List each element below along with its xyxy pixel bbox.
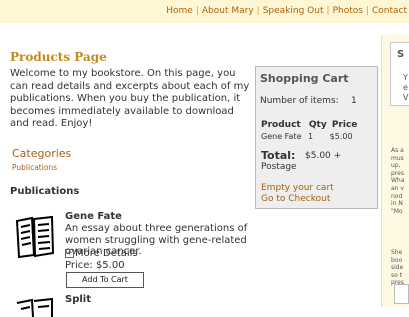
sidebar-box-line: e: [403, 83, 408, 92]
shopping-cart-panel: Shopping Cart Number of items: 1 Product…: [255, 66, 378, 209]
nav-home[interactable]: Home: [166, 6, 193, 16]
sidebar-text-line: in N: [391, 200, 403, 208]
sidebar-text-line: so t: [391, 271, 403, 279]
sidebar-text-block: She boo side so t pres: [391, 249, 409, 287]
nav-separator: |: [256, 6, 260, 16]
cart-row-price: $5.00: [329, 132, 353, 141]
nav-speaking-out[interactable]: Speaking Out: [263, 6, 324, 16]
book-icon[interactable]: [14, 297, 56, 317]
plus-icon: +: [65, 249, 74, 258]
cart-postage: Postage: [261, 162, 297, 172]
cart-item-count: Number of items: 1: [260, 96, 357, 106]
category-link-publications[interactable]: Publications: [12, 163, 57, 172]
book-icon[interactable]: [14, 215, 56, 259]
empty-cart-link[interactable]: Empty your cart: [261, 183, 334, 193]
main-nav: Home | About Mary | Speaking Out | Photos | Cont…: [166, 6, 407, 16]
sidebar-box-line: Y: [403, 73, 408, 82]
header-stripe: [0, 23, 409, 35]
categories-heading: Categories: [12, 147, 72, 160]
cart-heading: Shopping Cart: [260, 72, 349, 85]
sidebar-text-line: boo: [391, 256, 403, 264]
checkout-link[interactable]: Go to Checkout: [261, 194, 330, 204]
top-nav-bar: Home | About Mary | Speaking Out | Photos | Cont…: [0, 0, 409, 24]
add-to-cart-button[interactable]: Add To Cart: [66, 272, 144, 288]
sidebar-text-line: nod: [391, 192, 403, 200]
product-title: Split: [65, 294, 91, 305]
cart-col-product: Product: [261, 120, 301, 130]
product-title: Gene Fate: [65, 211, 122, 222]
sidebar-text-line: Wha: [391, 177, 405, 185]
sidebar-text-line: up,: [391, 162, 401, 170]
publications-heading: Publications: [10, 186, 80, 197]
cart-row-name: Gene Fate: [261, 132, 302, 141]
nav-separator: |: [365, 6, 369, 16]
sidebar-box-title: S: [397, 49, 405, 60]
sidebar-text-line: mus: [391, 154, 404, 162]
sidebar-text-line: "Mo: [391, 207, 403, 215]
nav-contact[interactable]: Contact: [372, 6, 407, 16]
more-details-label: More Details: [75, 248, 138, 259]
cart-items-value: 1: [351, 96, 357, 106]
sidebar-image-box: [394, 284, 409, 304]
cart-total-label: Total:: [261, 149, 296, 162]
main-content: Products Page Welcome to my bookstore. O…: [0, 35, 260, 317]
nav-separator: |: [195, 6, 199, 16]
cart-items-label: Number of items:: [260, 96, 339, 106]
cart-col-price: Price: [331, 120, 358, 130]
product-price: Price: $5.00: [65, 260, 125, 271]
cart-col-qty: Qty: [308, 120, 327, 130]
cart-total-value: $5.00 +: [305, 151, 342, 161]
nav-photos[interactable]: Photos: [333, 6, 363, 16]
more-details-toggle[interactable]: + More Details: [65, 248, 138, 259]
cart-table-header: Product Qty Price: [261, 120, 357, 130]
sidebar-text-line: pres: [391, 169, 404, 177]
sidebar-text-block: As a mus up, pres Wha an v nod in N "Mo: [391, 147, 409, 215]
sidebar-text-line: As a: [391, 147, 404, 154]
nav-separator: |: [326, 6, 330, 16]
sidebar-text-line: an v: [391, 184, 404, 192]
sidebar-box-line: V: [403, 93, 409, 102]
cart-row: Gene Fate 1 $5.00: [261, 132, 353, 141]
sidebar-text-line: She: [391, 249, 403, 256]
sidebar-box: S Y e V: [390, 42, 409, 106]
intro-text: Welcome to my bookstore. On this page, y…: [10, 68, 250, 129]
cart-row-qty: 1: [308, 132, 314, 141]
sidebar-text-line: side: [391, 264, 404, 272]
page-title: Products Page: [10, 50, 107, 64]
nav-about-mary[interactable]: About Mary: [202, 6, 254, 16]
